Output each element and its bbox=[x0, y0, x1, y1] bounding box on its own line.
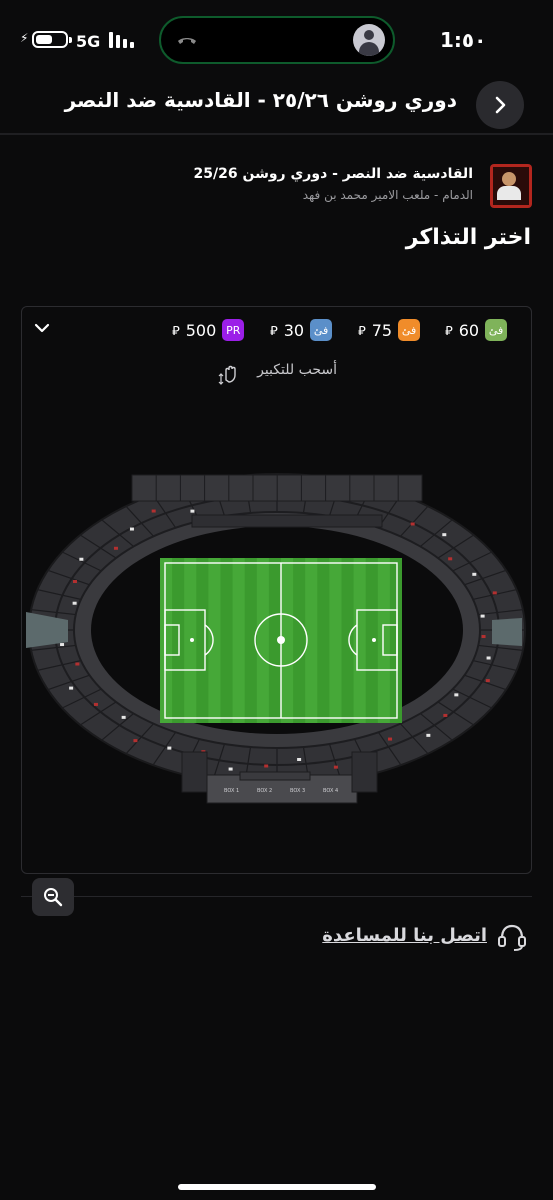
seat-marker bbox=[113, 546, 118, 550]
seat-marker bbox=[121, 715, 126, 719]
event-thumbnail bbox=[490, 164, 532, 208]
contact-support-link[interactable]: اتصل بنا للمساعدة bbox=[322, 925, 487, 946]
seat-marker bbox=[454, 693, 459, 697]
charging-icon: ⚡ bbox=[20, 31, 29, 45]
football-pitch bbox=[160, 558, 402, 723]
seat-marker bbox=[492, 591, 497, 595]
riyal-icon: ⃁ bbox=[270, 323, 278, 339]
pitch-stripe bbox=[232, 558, 245, 723]
chevron-right-icon bbox=[495, 96, 506, 114]
contact-avatar-icon bbox=[353, 24, 385, 56]
box-label[interactable]: BOX 4 bbox=[323, 788, 338, 794]
header-divider bbox=[0, 133, 553, 135]
east-gate bbox=[492, 618, 522, 646]
price-label: 75 bbox=[371, 320, 393, 340]
stadium-seat-map[interactable]: BOX 1 BOX 2 BOX 3 BOX 4 bbox=[22, 470, 532, 815]
seat-marker bbox=[297, 757, 302, 761]
seat-marker bbox=[486, 656, 491, 660]
dynamic-island[interactable] bbox=[159, 16, 395, 64]
event-venue: الدمام - ملعب الامير محمد بن فهد bbox=[302, 188, 473, 202]
battery-icon bbox=[32, 31, 72, 48]
network-label: 5G bbox=[76, 32, 101, 51]
seat-marker bbox=[129, 527, 134, 531]
headset-icon[interactable] bbox=[496, 922, 528, 952]
seat-marker bbox=[167, 746, 172, 750]
seat-marker bbox=[93, 702, 98, 706]
seat-marker bbox=[264, 764, 269, 768]
pitch-stripe bbox=[353, 558, 366, 723]
phone-call-icon bbox=[175, 28, 199, 52]
back-button[interactable] bbox=[476, 81, 524, 129]
card-divider bbox=[21, 896, 532, 897]
pitch-stripe bbox=[208, 558, 221, 723]
chevron-down-icon bbox=[34, 323, 50, 333]
home-indicator[interactable] bbox=[178, 1184, 376, 1190]
collapse-button[interactable] bbox=[32, 318, 52, 338]
seat-marker bbox=[410, 522, 415, 526]
price-label: 500 bbox=[185, 320, 217, 340]
seat-marker bbox=[426, 733, 431, 737]
seat-marker bbox=[79, 557, 84, 561]
riyal-icon: ⃁ bbox=[358, 323, 366, 339]
seat-marker bbox=[485, 679, 490, 683]
seat-marker bbox=[190, 509, 195, 513]
seat-marker bbox=[442, 533, 447, 537]
signal-icon bbox=[109, 32, 137, 48]
seat-marker bbox=[443, 713, 448, 717]
pitch-stripe bbox=[256, 558, 269, 723]
riyal-icon: ⃁ bbox=[172, 323, 180, 339]
seat-marker bbox=[72, 580, 77, 584]
pitch-stripe bbox=[160, 558, 173, 723]
price-label: 60 bbox=[458, 320, 480, 340]
seat-marker bbox=[333, 765, 338, 769]
seat-marker bbox=[133, 739, 138, 743]
seat-marker bbox=[72, 601, 77, 605]
clock: 1:٥٠ bbox=[440, 28, 487, 52]
seat-marker bbox=[151, 509, 156, 513]
pinch-zoom-icon bbox=[217, 360, 243, 386]
legend-item-premium[interactable]: ⃁ 500 PR bbox=[172, 318, 245, 342]
zoom-out-button[interactable] bbox=[32, 878, 74, 916]
zoom-hint: أسحب للتكبير bbox=[257, 362, 337, 378]
seat-marker bbox=[388, 737, 393, 741]
box-label[interactable]: BOX 3 bbox=[290, 788, 305, 794]
riyal-icon: ⃁ bbox=[445, 323, 453, 339]
seat-marker bbox=[472, 572, 477, 576]
seat-marker bbox=[75, 662, 80, 666]
pitch-stripe bbox=[377, 558, 390, 723]
box-label[interactable]: BOX 1 bbox=[224, 788, 239, 794]
pitch-stripe bbox=[329, 558, 342, 723]
price-label: 30 bbox=[283, 320, 305, 340]
event-title: القادسية ضد النصر - دوري روشن 25/26 bbox=[193, 166, 473, 182]
seat-marker bbox=[60, 643, 65, 647]
zoom-out-icon bbox=[44, 888, 63, 907]
category-badge: فئ bbox=[310, 319, 333, 341]
seat-marker bbox=[480, 614, 485, 618]
seat-marker bbox=[481, 635, 486, 639]
legend-item-cat-75[interactable]: ⃁ 75 فئ bbox=[358, 318, 421, 342]
box-label[interactable]: BOX 2 bbox=[257, 788, 272, 794]
section-title: اختر التذاكر bbox=[405, 225, 531, 250]
category-badge: فئ bbox=[485, 319, 508, 341]
seat-marker bbox=[69, 686, 74, 690]
legend-item-cat-30[interactable]: ⃁ 30 فئ bbox=[270, 318, 333, 342]
category-badge: فئ bbox=[398, 319, 421, 341]
seat-marker bbox=[228, 767, 233, 771]
legend-item-cat-60[interactable]: ⃁ 60 فئ bbox=[445, 318, 508, 342]
category-badge: PR bbox=[222, 319, 245, 341]
page-title: دوري روشن ٢٥/٢٦ - القادسية ضد النصر bbox=[64, 88, 457, 112]
seat-marker bbox=[448, 557, 453, 561]
